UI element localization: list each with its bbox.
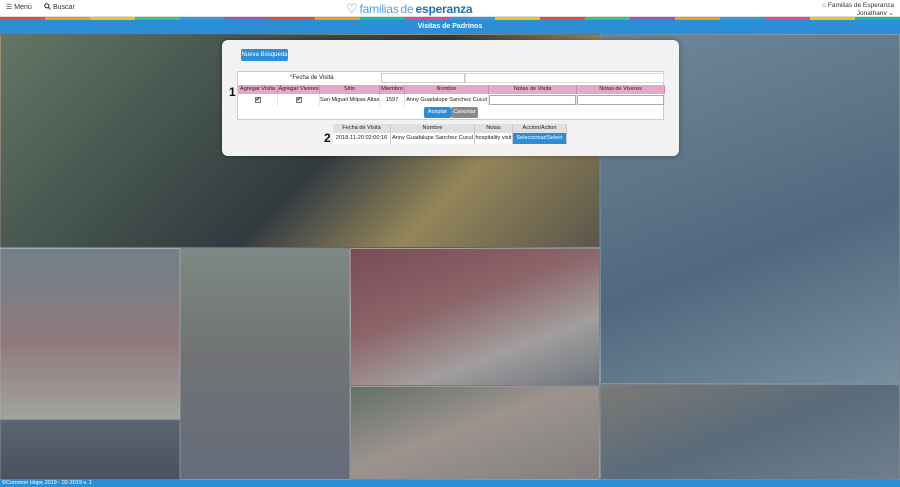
logo[interactable]: ♡ familias de esperanza	[346, 1, 473, 17]
chevron-down-icon: ⌄	[888, 10, 894, 17]
cell-name: Anny Guadalupe Sanchez Cucul	[405, 94, 489, 106]
search-icon	[44, 3, 51, 12]
page-title: Visitas de Padrinos	[0, 20, 900, 34]
col-visit-notes: Notas de Visita	[489, 85, 577, 94]
accept-button[interactable]: Aceptar	[424, 107, 451, 118]
date-label-text: Fecha de Visita	[292, 75, 334, 81]
org-link[interactable]: ⌂ Familias de Esperanza	[822, 2, 894, 10]
cell-supplies-notes	[577, 94, 665, 106]
new-search-button[interactable]: Nueva Búsqueda	[241, 49, 288, 61]
menu-label: Menú	[14, 3, 32, 11]
footer: ©Common Hope 2019 - 02-2019 v. 1	[0, 480, 900, 487]
step-marker-1: 1	[229, 85, 236, 99]
cell-add-supplies: ✔	[278, 94, 320, 106]
select-button[interactable]: Seleccionar/Select	[513, 133, 567, 144]
logo-text-familias: familias	[359, 2, 399, 16]
home-icon: ⌂	[822, 2, 827, 9]
visit-modal: Nueva Búsqueda 1 2 *Fecha de Visita Agre…	[222, 40, 679, 156]
logo-text-esperanza: esperanza	[415, 2, 473, 16]
date-row-spacer	[465, 73, 664, 83]
col-site: Sitio	[320, 85, 380, 94]
results-header: Fecha de Visita Nombre Notas Accion/Acti…	[333, 124, 567, 133]
cell-member: 1597	[380, 94, 405, 106]
col-name: Nombre	[405, 85, 489, 94]
step-marker-2: 2	[324, 131, 331, 145]
results-cell-name: Anny Guadalupe Sanchez Cucul	[391, 133, 475, 144]
results-table: Fecha de Visita Nombre Notas Accion/Acti…	[333, 124, 567, 146]
add-supplies-checkbox[interactable]: ✔	[295, 96, 302, 103]
col-add-visit: Agregar Visita	[238, 85, 278, 94]
date-row: *Fecha de Visita	[238, 72, 665, 85]
visit-date-input[interactable]	[381, 73, 465, 83]
cell-site: San Miguel Milpas Altas	[320, 94, 380, 106]
results-col-date: Fecha de Visita	[333, 124, 391, 133]
table-row: 2018-11-20 02:00:16 Anny Guadalupe Sanch…	[333, 133, 567, 144]
hamburger-icon: ☰	[6, 4, 13, 11]
search-button[interactable]: Buscar	[44, 3, 75, 12]
results-col-action: Accion/Action	[513, 124, 567, 133]
date-label: *Fecha de Visita	[290, 75, 334, 81]
results-col-notes: Notas	[475, 124, 513, 133]
col-add-supplies: Agregar Viveres	[278, 85, 320, 94]
table-row: ✔ ✔ San Miguel Milpas Altas 1597 Anny Gu…	[238, 94, 665, 106]
user-name: Jonathanv	[856, 10, 887, 17]
visit-notes-input[interactable]	[489, 94, 576, 105]
results-col-name: Nombre	[391, 124, 475, 133]
col-member: Miembro	[380, 85, 405, 94]
cancel-button[interactable]: Cancelar	[451, 107, 478, 118]
results-cell-date: 2018-11-20 02:00:16	[333, 133, 391, 144]
add-visit-checkbox[interactable]: ✔	[254, 96, 261, 103]
col-supplies-notes: Notas de Viveres	[577, 85, 665, 94]
org-name: Familias de Esperanza	[827, 2, 894, 9]
menu-button[interactable]: ☰ Menú	[6, 3, 32, 12]
grid-header: Agregar Visita Agregar Viveres Sitio Mie…	[238, 85, 665, 94]
user-area: ⌂ Familias de Esperanza Jonathanv ⌄	[822, 2, 894, 18]
supplies-notes-input[interactable]	[577, 94, 664, 105]
logo-text-de: de	[400, 2, 414, 16]
cell-add-visit: ✔	[238, 94, 278, 106]
cell-visit-notes	[489, 94, 577, 106]
results-cell-notes: hospitality visit	[475, 133, 513, 144]
heart-logo-icon: ♡	[346, 1, 358, 16]
search-label: Buscar	[53, 4, 75, 11]
top-bar: ☰ Menú Buscar ♡ familias de esperanza ⌂ Fa…	[0, 0, 900, 17]
